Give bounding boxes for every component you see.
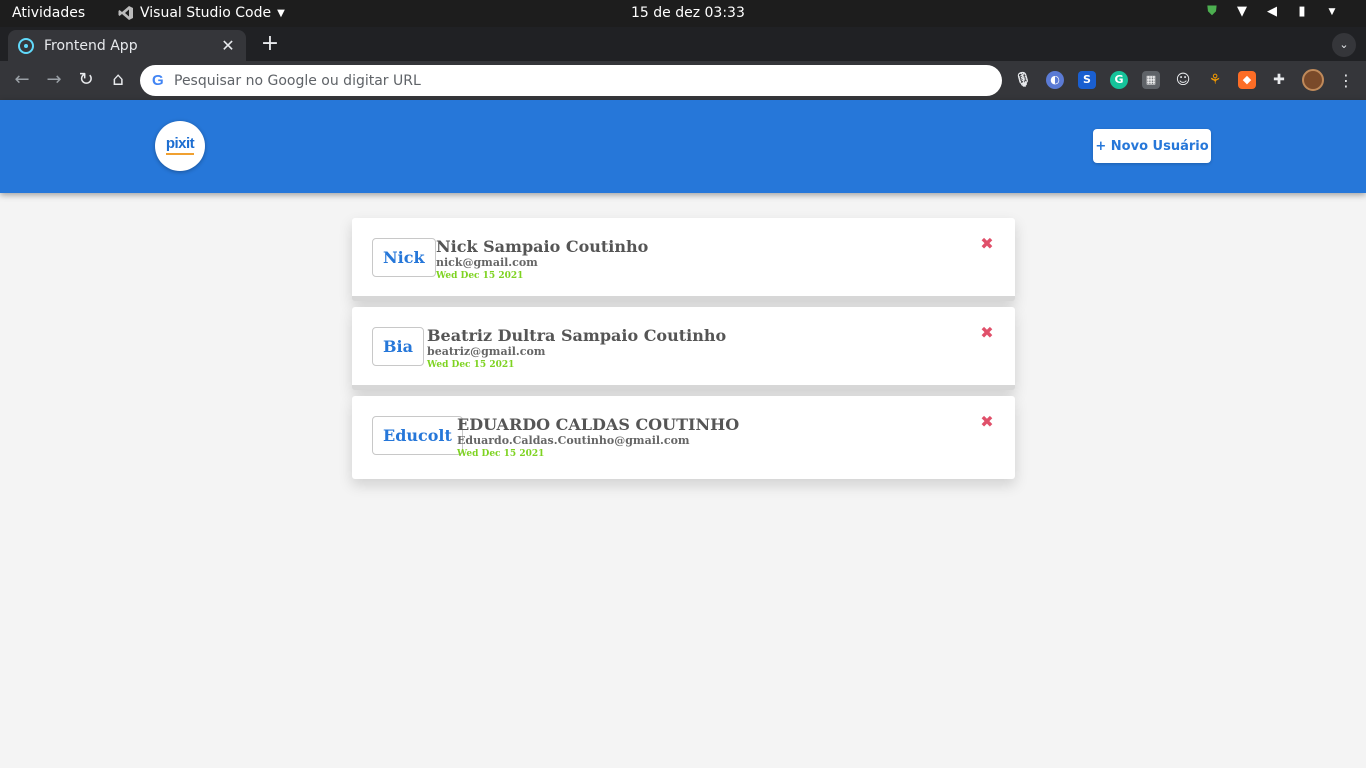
address-bar[interactable]: G xyxy=(140,65,1002,96)
delete-user-icon[interactable]: ✖ xyxy=(979,414,995,430)
tab-frontend-app[interactable]: Frontend App ✕ xyxy=(8,30,246,61)
clock[interactable]: 15 de dez 03:33 xyxy=(631,5,745,21)
tab-title: Frontend App xyxy=(44,37,138,54)
system-tray[interactable]: ⛊ ▼ ◀ ▮ ▼ xyxy=(1204,4,1340,20)
user-name: EDUARDO CALDAS COUTINHO xyxy=(457,415,740,434)
browser-tab-strip: Frontend App ✕ + ⌄ xyxy=(0,27,1366,61)
tab-search-button[interactable]: ⌄ xyxy=(1332,33,1356,57)
close-tab-icon[interactable]: ✕ xyxy=(220,36,236,55)
gitlab-icon[interactable]: ◆ xyxy=(1238,71,1256,89)
logo-text: pixit xyxy=(165,135,195,152)
profile-avatar[interactable] xyxy=(1302,69,1324,91)
caret-down-icon: ▼ xyxy=(277,7,285,19)
delete-user-icon[interactable]: ✖ xyxy=(979,236,995,252)
browser-menu-icon[interactable]: ⋮ xyxy=(1338,71,1354,90)
user-info: EDUARDO CALDAS COUTINHO Eduardo.Caldas.C… xyxy=(457,416,739,460)
user-nick-badge: Bia xyxy=(372,327,424,366)
delete-user-icon[interactable]: ✖ xyxy=(979,325,995,341)
extension-blue-circle-icon[interactable]: ◐ xyxy=(1046,71,1064,89)
home-icon[interactable]: ⌂ xyxy=(107,69,129,91)
react-icon xyxy=(18,37,34,54)
user-date: Wed Dec 15 2021 xyxy=(427,360,515,370)
system-top-bar: Atividades Visual Studio Code ▼ 15 de de… xyxy=(0,0,1366,27)
extensions-bar: 🎙 ◐ S G ▦ ☺ ⚘ ◆ ✚ ⋮ xyxy=(1014,69,1354,91)
microphone-icon[interactable]: 🎙 xyxy=(1014,71,1032,89)
user-email: Eduardo.Caldas.Coutinho@gmail.com xyxy=(457,434,690,447)
user-card: Bia Beatriz Dultra Sampaio Coutinho beat… xyxy=(352,307,1015,390)
new-tab-button[interactable]: + xyxy=(258,33,282,57)
user-card: Educolt EDUARDO CALDAS COUTINHO Eduardo.… xyxy=(352,396,1015,479)
power-menu-icon[interactable]: ▼ xyxy=(1324,4,1340,20)
user-date: Wed Dec 15 2021 xyxy=(436,271,524,281)
logo-underline xyxy=(166,153,194,155)
pixit-logo[interactable]: pixit xyxy=(155,121,205,171)
vscode-icon xyxy=(118,6,133,20)
user-info: Nick Sampaio Coutinho nick@gmail.com Wed… xyxy=(436,238,648,282)
app-menu-label: Visual Studio Code xyxy=(140,5,272,21)
new-user-button[interactable]: + Novo Usuário xyxy=(1093,129,1211,163)
grammarly-icon[interactable]: G xyxy=(1110,71,1128,89)
extension-tree-icon[interactable]: ⚘ xyxy=(1206,71,1224,89)
extension-s-icon[interactable]: S xyxy=(1078,71,1096,89)
browser-toolbar: ← → ↻ ⌂ G 🎙 ◐ S G ▦ ☺ ⚘ ◆ ✚ ⋮ xyxy=(0,61,1366,100)
back-arrow-icon[interactable]: ← xyxy=(11,69,33,91)
user-nick-badge: Nick xyxy=(372,238,436,277)
reload-icon[interactable]: ↻ xyxy=(75,69,97,91)
wifi-icon[interactable]: ▼ xyxy=(1234,4,1250,20)
user-date: Wed Dec 15 2021 xyxy=(457,449,545,459)
google-icon: G xyxy=(152,72,164,89)
user-name: Nick Sampaio Coutinho xyxy=(436,237,649,256)
forward-arrow-icon[interactable]: → xyxy=(43,69,65,91)
activities-button[interactable]: Atividades xyxy=(12,5,85,21)
user-email: beatriz@gmail.com xyxy=(427,345,546,358)
user-card: Nick Nick Sampaio Coutinho nick@gmail.co… xyxy=(352,218,1015,301)
user-name: Beatriz Dultra Sampaio Coutinho xyxy=(427,326,727,345)
url-input[interactable] xyxy=(174,72,954,89)
extensions-puzzle-icon[interactable]: ✚ xyxy=(1270,71,1288,89)
extension-grid-icon[interactable]: ▦ xyxy=(1142,71,1160,89)
volume-icon[interactable]: ◀ xyxy=(1264,4,1280,20)
battery-icon[interactable]: ▮ xyxy=(1294,4,1310,20)
app-header: pixit + Novo Usuário xyxy=(0,100,1366,193)
app-menu[interactable]: Visual Studio Code ▼ xyxy=(118,5,285,21)
shield-icon[interactable]: ⛊ xyxy=(1204,4,1220,20)
user-email: nick@gmail.com xyxy=(436,256,538,269)
user-nick-badge: Educolt xyxy=(372,416,463,455)
user-list: Nick Nick Sampaio Coutinho nick@gmail.co… xyxy=(352,218,1015,485)
extension-face-icon[interactable]: ☺ xyxy=(1174,71,1192,89)
user-info: Beatriz Dultra Sampaio Coutinho beatriz@… xyxy=(427,327,726,371)
